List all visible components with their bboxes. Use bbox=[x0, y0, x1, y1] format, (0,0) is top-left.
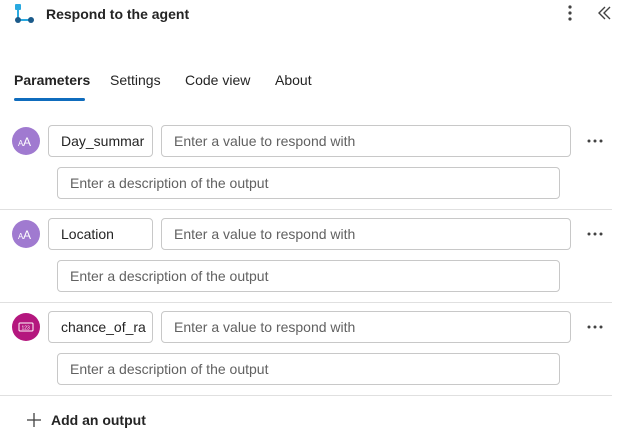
flow-connector-icon bbox=[15, 4, 34, 23]
more-options-icon[interactable] bbox=[586, 321, 604, 333]
row-divider bbox=[0, 302, 612, 303]
tab-settings[interactable]: Settings bbox=[110, 72, 161, 88]
plus-icon bbox=[27, 413, 41, 427]
svg-text:123: 123 bbox=[22, 325, 31, 331]
output-value-field[interactable]: Enter a value to respond with bbox=[161, 218, 571, 250]
output-description-field[interactable]: Enter a description of the output bbox=[57, 353, 560, 385]
text-type-icon: A A bbox=[12, 127, 40, 155]
svg-text:A: A bbox=[23, 228, 31, 241]
output-name-field[interactable]: chance_of_ra bbox=[48, 311, 153, 343]
output-value-field[interactable]: Enter a value to respond with bbox=[161, 311, 571, 343]
number-type-icon: 123 bbox=[12, 313, 40, 341]
output-name-field[interactable]: Day_summar bbox=[48, 125, 153, 157]
more-options-icon[interactable] bbox=[586, 135, 604, 147]
row-divider bbox=[0, 395, 612, 396]
tab-about[interactable]: About bbox=[275, 72, 312, 88]
output-name-field[interactable]: Location bbox=[48, 218, 153, 250]
output-description-field[interactable]: Enter a description of the output bbox=[57, 167, 560, 199]
output-row: A A Day_summar Enter a value to respond … bbox=[0, 125, 617, 218]
add-output-label: Add an output bbox=[51, 412, 146, 428]
active-tab-indicator bbox=[14, 98, 85, 101]
more-options-vertical-icon[interactable] bbox=[562, 4, 578, 22]
output-row: A A Location Enter a value to respond wi… bbox=[0, 218, 617, 311]
more-options-icon[interactable] bbox=[586, 228, 604, 240]
tab-code-view[interactable]: Code view bbox=[185, 72, 250, 88]
panel-title: Respond to the agent bbox=[46, 6, 190, 22]
svg-text:A: A bbox=[23, 135, 31, 148]
output-row: 123 chance_of_ra Enter a value to respon… bbox=[0, 311, 617, 404]
output-value-field[interactable]: Enter a value to respond with bbox=[161, 125, 571, 157]
row-divider bbox=[0, 209, 612, 210]
panel-header: Respond to the agent bbox=[0, 0, 617, 30]
tab-parameters[interactable]: Parameters bbox=[14, 72, 90, 88]
output-description-field[interactable]: Enter a description of the output bbox=[57, 260, 560, 292]
collapse-panel-icon[interactable] bbox=[596, 4, 614, 22]
text-type-icon: A A bbox=[12, 220, 40, 248]
